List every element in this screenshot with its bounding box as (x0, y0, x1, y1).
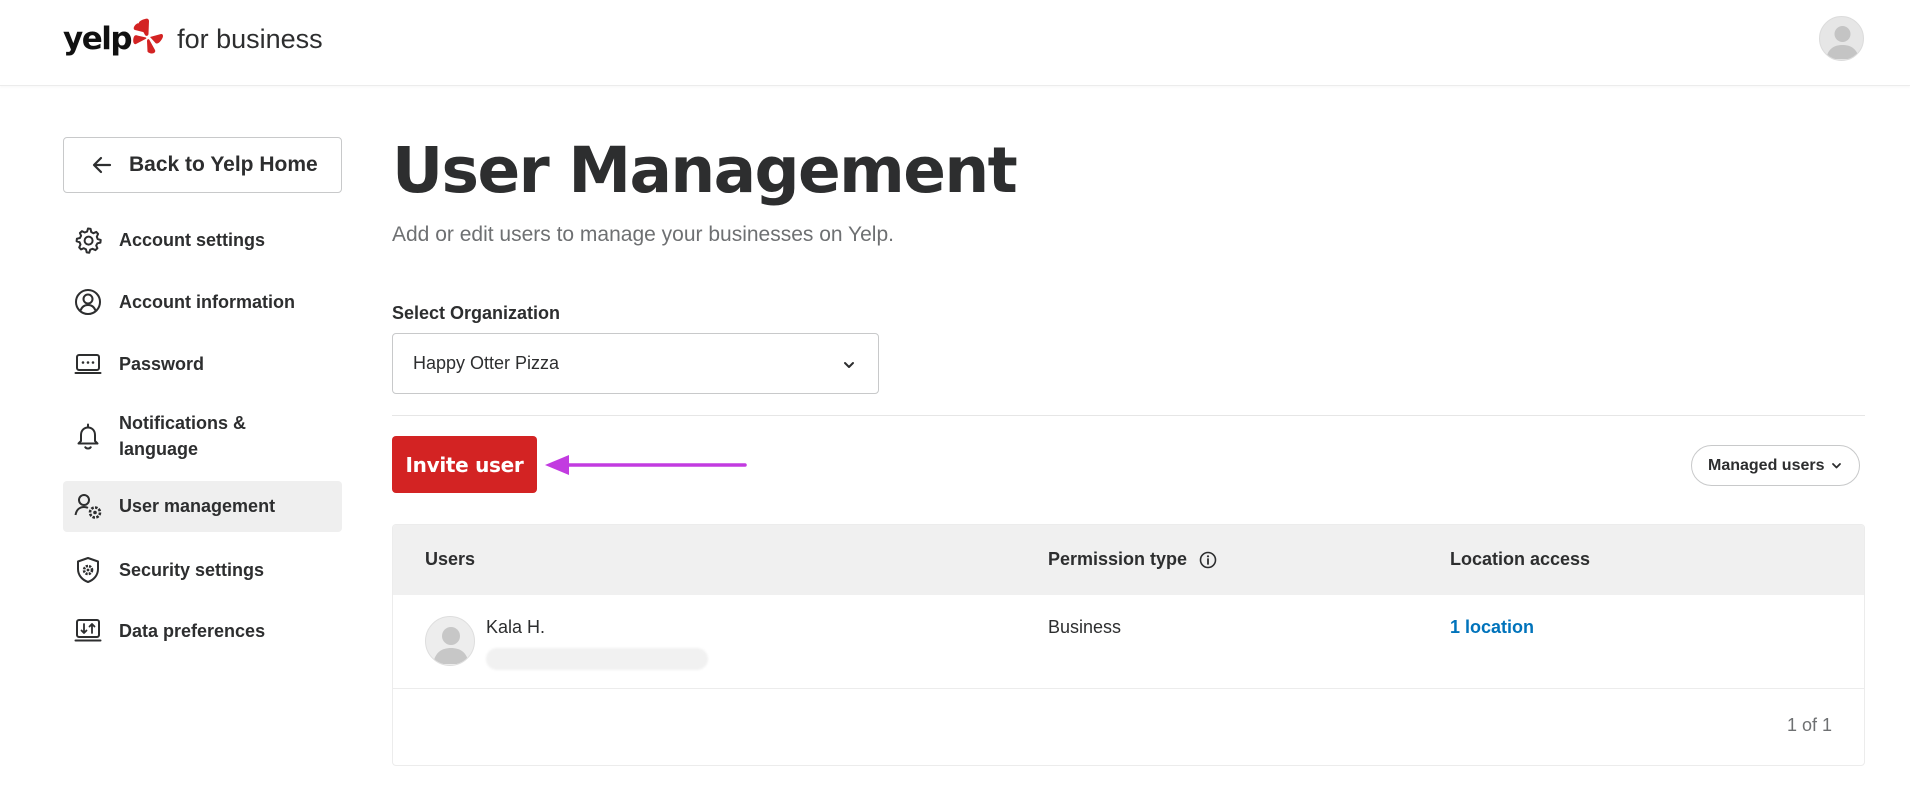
sidebar-item-label: User management (119, 496, 276, 516)
sidebar-item-label: Notifications & language (119, 413, 247, 459)
arrow-left-icon (92, 156, 112, 174)
sidebar-item-account-information[interactable]: Account information (63, 286, 342, 317)
default-avatar-icon (433, 627, 469, 664)
top-header: yelp for business (0, 0, 1910, 86)
page-title: User Management (392, 134, 1018, 207)
organization-select-value: Happy Otter Pizza (413, 353, 560, 373)
users-table: Users Permission type Location access Ka… (392, 524, 1865, 766)
chevron-down-icon (1832, 463, 1842, 469)
organization-select[interactable]: Happy Otter Pizza (392, 333, 879, 394)
page-subtitle: Add or edit users to manage your busines… (392, 223, 894, 246)
sidebar-item-account-settings[interactable]: Account settings (63, 224, 342, 255)
logo-wordmark: yelp (63, 20, 133, 57)
location-access-link[interactable]: 1 location (1450, 617, 1534, 638)
back-to-yelp-home-button[interactable]: Back to Yelp Home (63, 137, 342, 193)
sidebar-item-label: Account information (119, 291, 295, 312)
password-icon (73, 349, 103, 379)
section-divider (392, 415, 1865, 416)
select-organization-label: Select Organization (392, 303, 561, 323)
chevron-down-icon (844, 362, 854, 368)
permission-type-value: Business (1048, 617, 1122, 637)
shield-icon (73, 555, 103, 585)
user-avatar (425, 616, 475, 666)
profile-avatar[interactable] (1819, 16, 1864, 61)
redacted-email (486, 648, 708, 670)
sidebar-item-user-management[interactable]: User management (63, 481, 342, 532)
sidebar-item-notifications-language[interactable]: Notifications & language (63, 408, 342, 464)
yelp-for-business-logo[interactable]: yelp for business (63, 17, 323, 61)
table-header: Users Permission type Location access (393, 525, 1864, 595)
sidebar-item-label: Account settings (119, 229, 266, 250)
data-icon (73, 616, 103, 646)
back-button-label: Back to Yelp Home (129, 153, 318, 176)
sidebar-item-label: Security settings (119, 559, 265, 580)
invite-user-button[interactable]: Invite user (392, 436, 537, 493)
gear-icon (73, 225, 103, 255)
sidebar-item-label: Password (119, 353, 205, 374)
logo-subtitle: for business (177, 23, 323, 54)
managed-users-filter-button[interactable]: Managed users (1691, 445, 1860, 486)
yelp-burst-icon (133, 18, 164, 54)
bell-icon (73, 421, 103, 451)
sidebar-item-security-settings[interactable]: Security settings (63, 554, 342, 585)
column-header-users: Users (425, 549, 475, 570)
column-header-permission-type: Permission type (1048, 549, 1217, 570)
managed-users-label: Managed users (1708, 456, 1825, 474)
pagination-status: 1 of 1 (1786, 715, 1832, 735)
user-gear-icon (73, 491, 103, 521)
info-icon[interactable] (1199, 551, 1217, 569)
column-header-label: Permission type (1048, 549, 1188, 569)
column-header-location-access: Location access (1450, 549, 1590, 570)
column-header-label: Location access (1450, 549, 1591, 569)
annotation-arrow-icon (545, 455, 747, 475)
user-name: Kala H. (486, 617, 546, 637)
sidebar-item-password[interactable]: Password (63, 348, 342, 379)
sidebar-item-label: Data preferences (119, 620, 266, 641)
column-header-label: Users (425, 549, 476, 569)
table-row: Kala H. Business 1 location (393, 595, 1864, 689)
sidebar-item-data-preferences[interactable]: Data preferences (63, 615, 342, 646)
default-avatar-icon (1826, 26, 1859, 59)
user-circle-icon (73, 287, 103, 317)
